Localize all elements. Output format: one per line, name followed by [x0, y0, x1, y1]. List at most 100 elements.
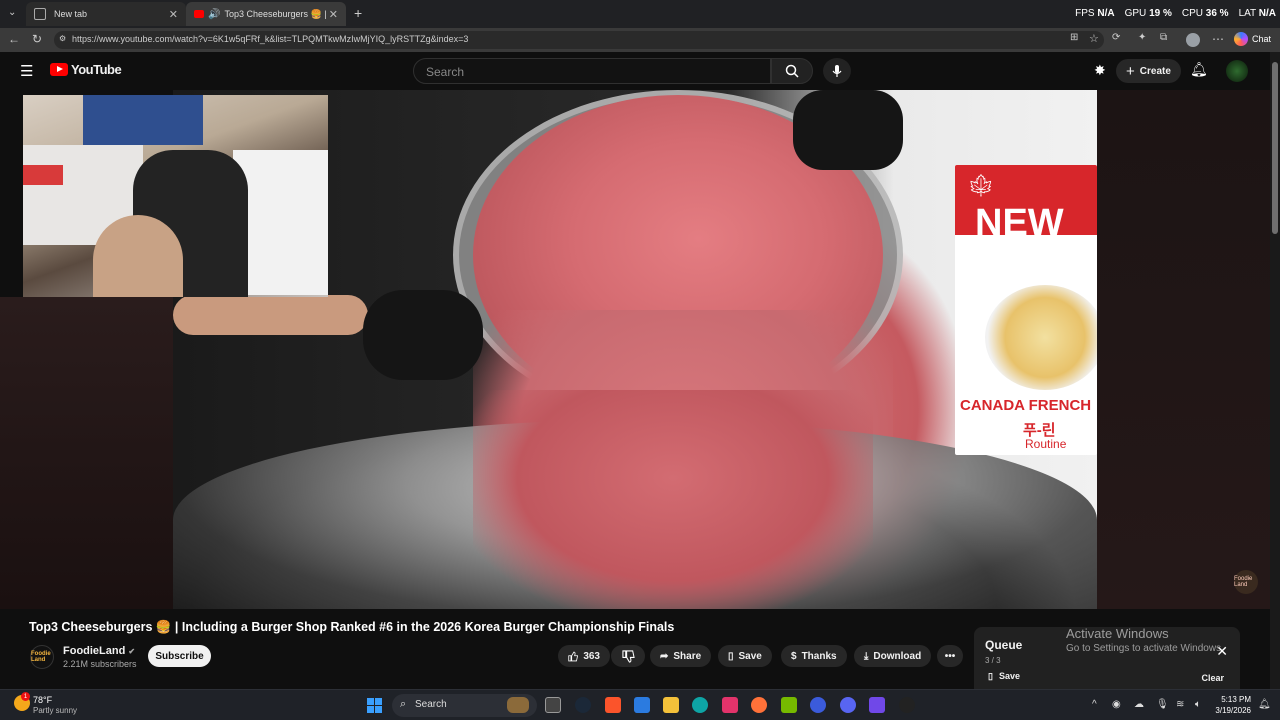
page-scrollbar[interactable]: [1270, 52, 1280, 689]
search-icon: ⌕: [400, 698, 407, 710]
search-icon: [785, 64, 799, 78]
subscriber-count: 2.21M subscribers: [63, 659, 137, 669]
bookmark-icon: ▯: [988, 671, 993, 681]
create-label: Create: [1139, 65, 1171, 77]
speaker-icon[interactable]: 🔊: [208, 9, 220, 20]
create-button[interactable]: + Create: [1116, 59, 1181, 83]
new-tab-icon: [34, 8, 46, 20]
back-arrow-icon[interactable]: ←: [8, 32, 20, 46]
collections-icon[interactable]: ⧉: [1160, 32, 1167, 43]
save-label: Save: [738, 650, 762, 662]
tab-youtube-video[interactable]: 🔊 Top3 Cheeseburgers 🍔 | Incl ✕: [186, 2, 346, 26]
account-avatar[interactable]: [1226, 60, 1248, 82]
capcut-icon[interactable]: [722, 697, 738, 713]
extensions-icon[interactable]: ⟳: [1112, 32, 1120, 43]
cloud-tray-icon[interactable]: ☁: [1134, 699, 1144, 710]
gpu-label: GPU: [1124, 8, 1147, 19]
refresh-icon[interactable]: ↻: [32, 32, 42, 46]
poster-routine-text: Routine: [1025, 437, 1067, 451]
taskbar-search[interactable]: ⌕ Search: [392, 694, 537, 717]
hamburger-menu-icon[interactable]: ☰: [20, 62, 33, 80]
more-menu-icon[interactable]: ⋯: [1212, 32, 1224, 46]
thanks-label: Thanks: [801, 650, 837, 662]
steam-icon[interactable]: [575, 697, 591, 713]
app-grid-icon[interactable]: [869, 697, 885, 713]
split-view-icon[interactable]: ⊞: [1070, 32, 1078, 43]
task-view-icon[interactable]: [545, 697, 561, 713]
weather-temperature[interactable]: 78°F: [33, 695, 52, 705]
lat-label: LAT: [1238, 8, 1256, 19]
download-label: Download: [873, 650, 922, 662]
like-button[interactable]: 363: [558, 645, 610, 667]
webcam-overlay: [23, 95, 328, 297]
extensions-puzzle-icon[interactable]: ✦: [1138, 32, 1146, 43]
youtube-logo[interactable]: YouTube: [50, 62, 122, 77]
close-tab-icon[interactable]: ✕: [329, 8, 338, 21]
edge-icon[interactable]: [692, 697, 708, 713]
obs-icon[interactable]: [810, 697, 826, 713]
site-info-icon[interactable]: ⚙: [59, 34, 66, 43]
more-actions-button[interactable]: •••: [937, 645, 963, 667]
queue-clear-button[interactable]: Clear: [1201, 673, 1224, 683]
ai-sparkle-icon[interactable]: ✸: [1094, 62, 1106, 79]
url-field[interactable]: ⚙ https://www.youtube.com/watch?v=6K1w5q…: [54, 31, 1104, 49]
file-explorer-icon[interactable]: [663, 697, 679, 713]
like-count: 363: [583, 650, 600, 662]
browser-tab-bar: ⌄ New tab ✕ 🔊 Top3 Cheeseburgers 🍔 | Inc…: [0, 0, 1280, 28]
queue-save-label: Save: [998, 671, 1020, 681]
nvidia-icon[interactable]: [781, 697, 797, 713]
close-tab-icon[interactable]: ✕: [169, 8, 178, 21]
channel-name-text: FoodieLand: [63, 645, 126, 657]
streamer: [93, 215, 183, 297]
queue-save-button[interactable]: ▯ Save: [988, 671, 1020, 682]
taskbar-date[interactable]: 3/19/2026: [1205, 706, 1251, 715]
subscribe-button[interactable]: Subscribe: [148, 645, 211, 667]
channel-watermark[interactable]: Foodie Land: [1234, 570, 1258, 594]
search-placeholder: Search: [426, 65, 465, 79]
scrollbar-thumb[interactable]: [1272, 62, 1278, 234]
ambient-right-area: [1097, 90, 1270, 609]
wifi-icon[interactable]: ≋: [1176, 699, 1184, 710]
channel-avatar[interactable]: Foodie Land: [30, 645, 54, 669]
thanks-button[interactable]: $ Thanks: [781, 645, 847, 667]
taskbar-time[interactable]: 5:13 PM: [1213, 695, 1251, 704]
brave-icon[interactable]: [605, 697, 621, 713]
new-tab-plus-icon[interactable]: +: [354, 5, 362, 21]
volume-icon[interactable]: 🔈︎: [1195, 699, 1201, 710]
profile-avatar[interactable]: [1186, 33, 1200, 47]
new-arrival-poster: 🍁︎ NEW ARRIVA CANADA FRENCH 푸-린 Routine: [955, 165, 1097, 455]
cpu-value: 36 %: [1205, 8, 1229, 19]
thumbs-down-icon: [621, 649, 635, 663]
channel-name[interactable]: FoodieLand ✔: [63, 645, 135, 657]
notepad-icon[interactable]: [634, 697, 650, 713]
dislike-button[interactable]: [611, 645, 645, 667]
discord-icon[interactable]: [840, 697, 856, 713]
queue-title: Queue: [985, 638, 1023, 652]
notifications-bell-icon[interactable]: 🔔︎: [1190, 61, 1208, 78]
favorite-star-icon[interactable]: ☆: [1089, 32, 1099, 45]
start-button[interactable]: [367, 698, 382, 713]
tab-new-tab[interactable]: New tab ✕: [26, 2, 186, 26]
notification-bell-icon[interactable]: 🔔︎: [1258, 699, 1271, 710]
poutine-plate: [985, 285, 1097, 390]
voice-search-button[interactable]: [823, 58, 851, 84]
tray-chevron-icon[interactable]: ^: [1092, 699, 1097, 710]
share-button[interactable]: ➦ Share: [650, 645, 712, 667]
microphone-tray-icon[interactable]: 🎙︎: [1156, 699, 1169, 710]
search-input[interactable]: Search: [413, 58, 771, 84]
tab-list-chevron-icon[interactable]: ⌄: [8, 7, 16, 18]
chat-label[interactable]: Chat: [1252, 34, 1271, 44]
activate-windows-subtitle: Go to Settings to activate Windows.: [1066, 643, 1224, 654]
search-button[interactable]: [771, 58, 813, 84]
steam-tray-icon[interactable]: ◉: [1112, 699, 1121, 710]
download-button[interactable]: ⤓ Download: [854, 645, 932, 667]
copilot-icon[interactable]: [1234, 32, 1248, 46]
lat-value: N/A: [1258, 8, 1276, 19]
gpu-value: 19 %: [1149, 8, 1172, 19]
youtube-header: ☰ YouTube Search ✸ + Create 🔔︎: [0, 52, 1270, 90]
weather-badge: 1: [21, 692, 30, 701]
chrome-icon[interactable]: [899, 697, 915, 713]
youtube-favicon-icon: [194, 10, 204, 18]
firefox-icon[interactable]: [751, 697, 767, 713]
save-button[interactable]: ▯ Save: [718, 645, 772, 667]
